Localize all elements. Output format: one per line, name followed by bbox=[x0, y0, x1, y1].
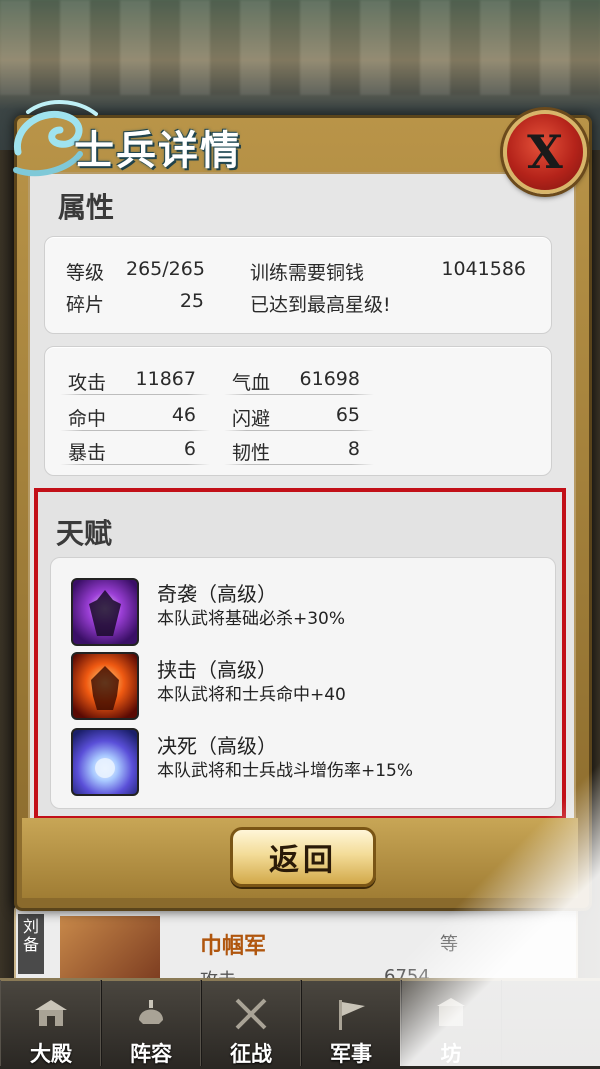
dialog-title-banner: 士兵详情 bbox=[8, 92, 268, 182]
talent-list: 奇袭（高级） 本队武将基础必杀+30% 挟击（高级） 本队武将和士兵命中+40 … bbox=[50, 557, 556, 809]
fire-warrior-icon bbox=[71, 652, 139, 720]
nav-item-lineup[interactable]: 阵容 bbox=[100, 980, 202, 1066]
background-unit-name: 巾帼军 bbox=[200, 933, 267, 959]
stat-value-dodge: 65 bbox=[335, 404, 360, 426]
nav-label: 坊 bbox=[440, 1041, 462, 1066]
nav-label: 阵容 bbox=[130, 1041, 172, 1066]
dialog-title: 士兵详情 bbox=[74, 127, 242, 174]
stat-divider bbox=[224, 464, 374, 465]
stat-value-crit: 6 bbox=[183, 438, 196, 460]
training-cost-value: 1041586 bbox=[441, 258, 526, 280]
blue-burst-icon bbox=[71, 728, 139, 796]
stat-value-attack: 11867 bbox=[135, 368, 196, 390]
blurred-background bbox=[0, 0, 600, 95]
stat-label-toughness: 韧性 bbox=[232, 442, 271, 464]
shards-label: 碎片 bbox=[66, 294, 105, 316]
training-cost-label: 训练需要铜钱 bbox=[250, 262, 365, 284]
stat-value-toughness: 8 bbox=[347, 438, 360, 460]
nav-item-military[interactable]: 军事 bbox=[300, 980, 402, 1066]
stat-label-crit: 暴击 bbox=[68, 442, 107, 464]
attributes-section-title: 属性 bbox=[58, 191, 115, 224]
stat-value-hp: 61698 bbox=[299, 368, 360, 390]
palace-icon bbox=[35, 1000, 67, 1026]
stat-value-hit: 46 bbox=[171, 404, 196, 426]
stat-label-dodge: 闪避 bbox=[232, 408, 271, 430]
helmet-icon bbox=[139, 1000, 163, 1024]
return-button[interactable]: 返回 bbox=[230, 827, 376, 887]
talent-name: 挟击（高级） bbox=[157, 658, 277, 682]
talent-name: 奇袭（高级） bbox=[157, 582, 277, 606]
stat-divider bbox=[60, 430, 210, 431]
stat-divider bbox=[224, 430, 374, 431]
close-icon: X bbox=[527, 125, 563, 179]
background-unit-partial: 等 bbox=[440, 934, 458, 955]
flag-icon bbox=[339, 1000, 365, 1030]
shards-value: 25 bbox=[179, 290, 204, 312]
level-info-card bbox=[44, 236, 552, 334]
nav-label: 军事 bbox=[330, 1041, 372, 1066]
talent-description: 本队武将和士兵战斗增伤率+15% bbox=[157, 761, 414, 781]
talent-section: 天赋 奇袭（高级） 本队武将基础必杀+30% 挟击（高级） 本队武将和士兵命中+… bbox=[34, 488, 566, 820]
stat-divider bbox=[60, 464, 210, 465]
level-value: 265/265 bbox=[126, 258, 205, 280]
nav-item-campaign[interactable]: 征战 bbox=[200, 980, 302, 1066]
nav-label: 大殿 bbox=[30, 1041, 72, 1066]
talent-name: 决死（高级） bbox=[157, 734, 277, 758]
nav-label: 征战 bbox=[230, 1041, 272, 1066]
crossed-swords-icon bbox=[235, 998, 267, 1030]
stat-divider bbox=[224, 394, 374, 395]
stat-divider bbox=[60, 394, 210, 395]
talent-description: 本队武将和士兵命中+40 bbox=[157, 685, 346, 705]
level-label: 等级 bbox=[66, 262, 105, 284]
talent-description: 本队武将基础必杀+30% bbox=[157, 609, 346, 629]
stat-label-attack: 攻击 bbox=[68, 372, 107, 394]
talent-section-title: 天赋 bbox=[56, 517, 113, 550]
return-button-label: 返回 bbox=[269, 843, 337, 878]
workshop-icon bbox=[437, 998, 465, 1026]
background-unit-tag: 刘备 bbox=[18, 914, 44, 974]
close-button[interactable]: X bbox=[503, 110, 587, 194]
max-star-text: 已达到最高星级! bbox=[250, 294, 391, 316]
purple-warrior-icon bbox=[71, 578, 139, 646]
nav-item-workshop[interactable]: 坊 bbox=[400, 980, 502, 1066]
stat-label-hit: 命中 bbox=[68, 408, 107, 430]
nav-item-palace[interactable]: 大殿 bbox=[0, 980, 102, 1066]
stat-label-hp: 气血 bbox=[232, 372, 271, 394]
background-unit-portrait bbox=[60, 916, 160, 986]
